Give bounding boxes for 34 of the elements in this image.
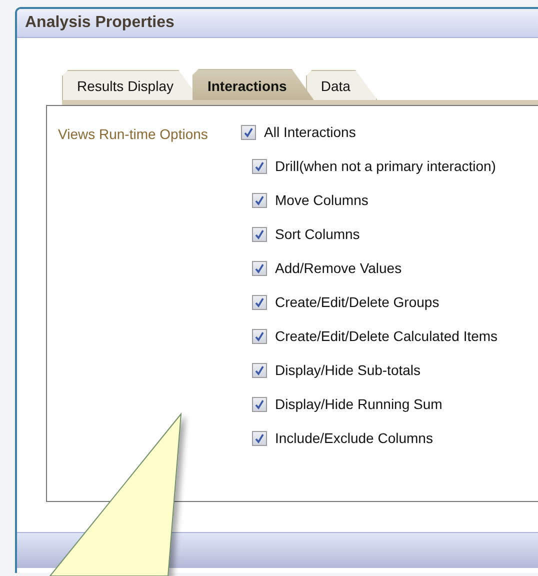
checkbox-label: Include/Exclude Columns bbox=[275, 430, 433, 446]
check-icon bbox=[254, 228, 265, 240]
checkbox[interactable] bbox=[241, 124, 256, 140]
check-icon bbox=[254, 432, 265, 444]
checkbox-label: All Interactions bbox=[264, 124, 356, 140]
checkbox[interactable] bbox=[252, 294, 267, 310]
section-label: Views Run-time Options bbox=[58, 125, 209, 142]
checkbox[interactable] bbox=[252, 362, 267, 378]
checkbox-label: Display/Hide Sub-totals bbox=[275, 362, 421, 378]
checkbox-label: Create/Edit/Delete Calculated Items bbox=[275, 328, 498, 344]
checkbox[interactable] bbox=[252, 260, 267, 276]
checkbox-label: Sort Columns bbox=[275, 226, 360, 242]
checkbox[interactable] bbox=[252, 328, 267, 344]
check-icon bbox=[254, 262, 265, 274]
checkbox-label: Create/Edit/Delete Groups bbox=[275, 294, 440, 310]
checkbox-label: Add/Remove Values bbox=[275, 260, 402, 276]
check-icon bbox=[254, 330, 265, 342]
check-icon bbox=[254, 296, 265, 308]
check-icon bbox=[254, 364, 265, 376]
checkbox[interactable] bbox=[252, 192, 267, 208]
checkbox-label: Display/Hide Running Sum bbox=[275, 396, 442, 412]
checkbox-label: Drill(when not a primary interaction) bbox=[275, 158, 496, 174]
check-icon bbox=[243, 126, 254, 138]
tab[interactable]: Data bbox=[306, 70, 378, 100]
tab[interactable]: Interactions bbox=[192, 69, 314, 100]
check-icon bbox=[254, 160, 265, 172]
check-icon bbox=[254, 194, 265, 206]
checkbox-label: Move Columns bbox=[275, 192, 368, 208]
checkbox[interactable] bbox=[252, 430, 267, 446]
window-title: Analysis Properties bbox=[17, 9, 538, 38]
check-icon bbox=[254, 398, 265, 410]
checkbox[interactable] bbox=[252, 158, 267, 174]
checkbox[interactable] bbox=[252, 396, 267, 412]
checkbox[interactable] bbox=[252, 226, 267, 242]
